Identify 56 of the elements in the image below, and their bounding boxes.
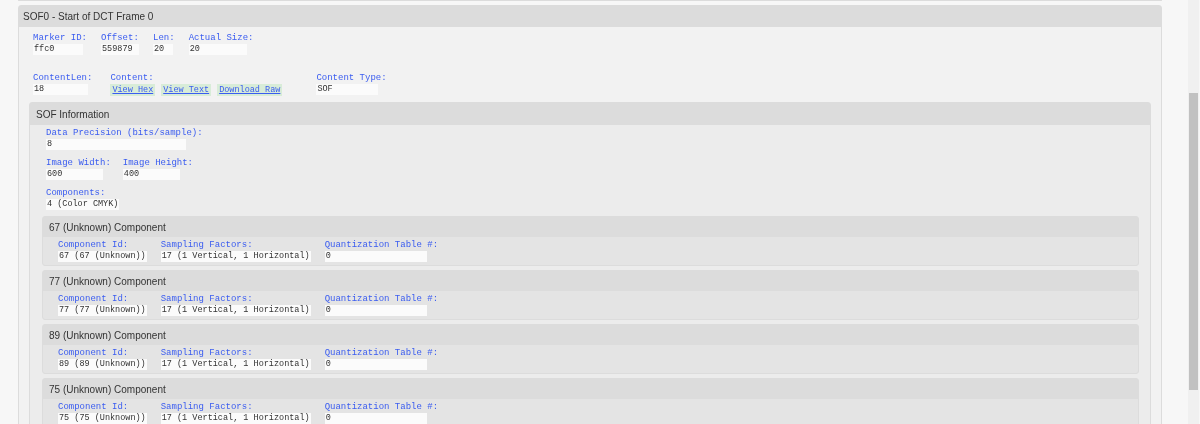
content-link[interactable]: Download Raw — [217, 84, 283, 96]
field-value: 0 — [324, 251, 427, 262]
field-value: 17 (1 Vertical, 1 Horizontal) — [160, 413, 311, 424]
component-title: 75 (Unknown) Component — [43, 379, 1138, 399]
field-value: 0 — [324, 359, 427, 370]
field-value: 0 — [324, 413, 427, 424]
field-label: ContentLen: — [33, 73, 93, 84]
field-label: Len: — [153, 33, 175, 44]
field-label: Quantization Table #: — [324, 294, 439, 305]
field-value: 8 — [46, 139, 186, 150]
field-value: 20 — [188, 44, 247, 55]
field-label: Component Id: — [58, 402, 130, 413]
field-label: Sampling Factors: — [160, 294, 254, 305]
scrollbar-thumb[interactable] — [1189, 93, 1198, 390]
field-value: SOF — [316, 84, 379, 95]
field-label: Components: — [46, 188, 107, 199]
field-label: Image Width: — [46, 158, 111, 169]
field-label: Content Type: — [316, 73, 387, 84]
field-label: Quantization Table #: — [324, 240, 439, 251]
segment-title: SOF0 - Start of DCT Frame 0 — [19, 6, 1161, 27]
component-title: 77 (Unknown) Component — [43, 271, 1138, 291]
component-title: 67 (Unknown) Component — [43, 217, 1138, 237]
field-value: 20 — [153, 44, 173, 55]
component-title: 89 (Unknown) Component — [43, 325, 1138, 345]
field-label: Sampling Factors: — [160, 240, 254, 251]
field-label: Sampling Factors: — [160, 348, 254, 359]
field-value: 559879 — [101, 44, 139, 55]
field-label: Component Id: — [58, 240, 130, 251]
field-label: Component Id: — [58, 294, 130, 305]
field-label: Content: — [110, 73, 155, 84]
field-label: Marker ID: — [33, 33, 87, 44]
field-value: 75 (75 (Unknown)) — [58, 413, 147, 424]
field-label: Sampling Factors: — [160, 402, 254, 413]
field-value: 18 — [33, 84, 88, 95]
field-label: Offset: — [101, 33, 139, 44]
field-value: 600 — [46, 169, 103, 180]
content-link[interactable]: View Hex — [110, 84, 156, 96]
field-value: 67 (67 (Unknown)) — [58, 251, 147, 262]
field-label: Quantization Table #: — [324, 348, 439, 359]
field-label: Quantization Table #: — [324, 402, 439, 413]
field-value: 89 (89 (Unknown)) — [58, 359, 147, 370]
field-value: ffc0 — [33, 44, 83, 55]
content-link[interactable]: View Text — [161, 84, 212, 96]
field-value: 0 — [324, 305, 427, 316]
scrollbar[interactable] — [1188, 0, 1199, 424]
field-label: Actual Size: — [188, 33, 254, 44]
field-value: 17 (1 Vertical, 1 Horizontal) — [160, 251, 311, 262]
field-value: 77 (77 (Unknown)) — [58, 305, 147, 316]
field-value: 17 (1 Vertical, 1 Horizontal) — [160, 305, 311, 316]
section-title: SOF Information — [30, 103, 1150, 125]
field-value: 17 (1 Vertical, 1 Horizontal) — [160, 359, 311, 370]
field-label: Data Precision (bits/sample): — [46, 128, 203, 139]
field-value: 4 (Color CMYK) — [46, 199, 120, 210]
field-label: Image Height: — [122, 158, 194, 169]
field-value: 400 — [122, 169, 180, 180]
field-label: Component Id: — [58, 348, 130, 359]
